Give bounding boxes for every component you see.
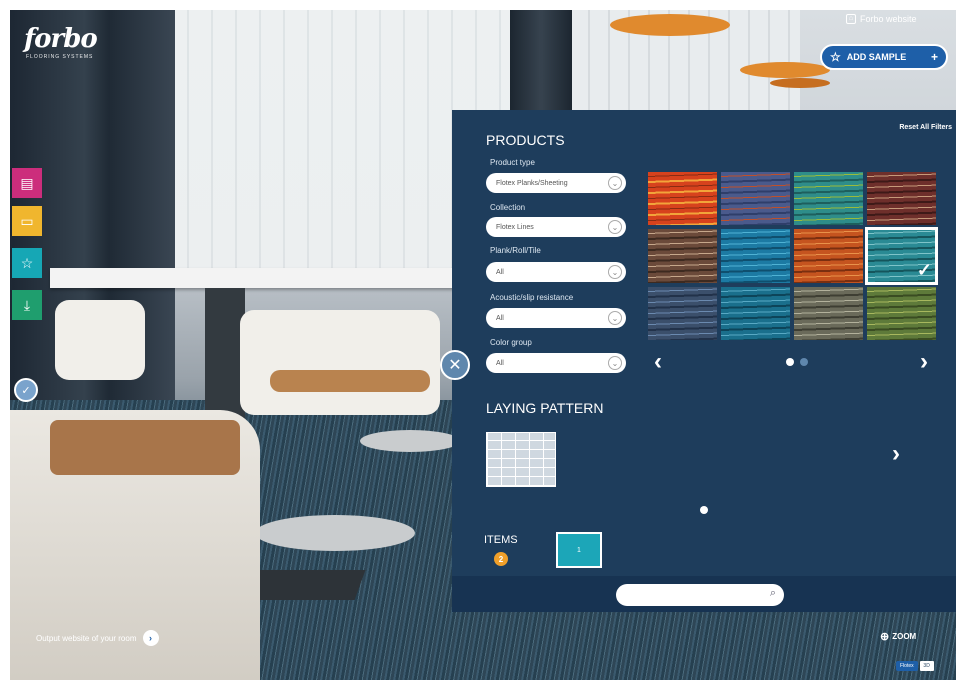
info-icon: ✓ xyxy=(21,384,31,397)
chevron-left-icon: ‹ xyxy=(654,348,662,375)
page-dot-active[interactable] xyxy=(786,358,794,366)
chevron-down-icon: ⌄ xyxy=(608,265,622,279)
product-swatch[interactable] xyxy=(648,172,717,226)
logo-wordmark: forbo xyxy=(24,24,98,54)
chevron-down-icon: ⌄ xyxy=(608,356,622,370)
zoom-icon: ⊕ xyxy=(880,631,890,643)
color-group-value: All xyxy=(496,359,504,367)
product-type-value: Flotex Planks/Sheeting xyxy=(496,179,568,187)
home-icon: ⌂ xyxy=(846,14,856,24)
chevron-right-icon: › xyxy=(892,440,900,467)
add-sample-button[interactable]: ☆ ADD SAMPLE + xyxy=(820,44,948,70)
close-icon: ✕ xyxy=(448,357,462,374)
zoom-label: ZOOM xyxy=(892,632,917,641)
scene-curtain xyxy=(510,10,572,120)
laying-pattern-title: LAYING PATTERN xyxy=(486,400,604,416)
product-swatch[interactable]: ✓ xyxy=(865,227,938,285)
add-sample-label: ADD SAMPLE xyxy=(846,52,907,62)
download-icon: ⤓ xyxy=(23,296,31,313)
product-type-select[interactable]: Flotex Planks/Sheeting ⌄ xyxy=(486,173,626,193)
filter-label-acoustic: Acoustic/slip resistance xyxy=(490,293,574,302)
acoustic-value: All xyxy=(496,314,504,322)
output-text: Output website of your room xyxy=(36,633,137,643)
item-thumbnail[interactable]: 1 xyxy=(556,532,602,568)
scene-chair xyxy=(240,310,440,415)
plank-roll-tile-value: All xyxy=(496,268,504,276)
favourites-button[interactable]: ☆ xyxy=(12,248,42,278)
logo-tagline: FLOORING SYSTEMS xyxy=(26,54,94,60)
search-input[interactable]: ⌕ xyxy=(616,584,784,606)
filter-label-plank-roll-tile: Plank/Roll/Tile xyxy=(490,246,541,255)
filter-label-collection: Collection xyxy=(490,203,526,212)
projects-button[interactable]: ▭ xyxy=(12,206,42,236)
filter-label-color-group: Color group xyxy=(490,338,532,347)
room-viewer[interactable]: forbo FLOORING SYSTEMS ⌂ Forbo website ☆… xyxy=(10,10,956,680)
page-dot[interactable] xyxy=(800,358,808,366)
collection-select[interactable]: Flotex Lines ⌄ xyxy=(486,217,626,237)
scene-lamp xyxy=(610,14,730,36)
product-swatch[interactable] xyxy=(721,286,790,340)
chevron-down-icon: ⌄ xyxy=(608,220,622,234)
star-icon: ☆ xyxy=(20,254,34,271)
scene-lamp xyxy=(770,78,830,88)
prev-page-button[interactable]: ‹ xyxy=(654,348,662,376)
search-icon: ⌕ xyxy=(769,587,776,599)
rooms-icon: ▤ xyxy=(20,174,34,191)
plank-roll-tile-select[interactable]: All ⌄ xyxy=(486,262,626,282)
acoustic-select[interactable]: All ⌄ xyxy=(486,308,626,328)
product-panel: ✕ PRODUCTS Reset All Filters Product typ… xyxy=(440,110,956,612)
rooms-button[interactable]: ▤ xyxy=(12,168,42,198)
color-group-select[interactable]: All ⌄ xyxy=(486,353,626,373)
panel-footer: ⌕ xyxy=(452,576,956,612)
product-swatch[interactable] xyxy=(867,286,936,340)
product-swatch[interactable] xyxy=(648,229,717,283)
chevron-down-icon: ⌄ xyxy=(608,176,622,190)
scene-lamp xyxy=(740,62,830,78)
scene-sofa xyxy=(50,420,240,475)
website-link-label: Forbo website xyxy=(860,14,917,24)
product-swatch-grid: ✓ xyxy=(648,172,938,340)
product-swatch[interactable] xyxy=(794,229,863,283)
scene-chair-base xyxy=(360,430,460,452)
chevron-down-icon: ⌄ xyxy=(608,311,622,325)
product-swatch[interactable] xyxy=(867,172,936,226)
item-thumbnail-label: 1 xyxy=(577,546,581,554)
plus-icon: + xyxy=(930,50,938,64)
next-page-button[interactable]: › xyxy=(920,348,928,376)
scene-chair xyxy=(55,300,145,380)
items-label: ITEMS xyxy=(484,534,518,546)
product-swatch[interactable] xyxy=(794,172,863,226)
laying-pattern-thumbnail[interactable] xyxy=(486,432,556,487)
product-swatch[interactable] xyxy=(721,172,790,226)
product-swatch[interactable] xyxy=(648,286,717,340)
forbo-website-link[interactable]: ⌂ Forbo website xyxy=(846,14,917,24)
corner-square: 3D xyxy=(919,661,934,671)
download-button[interactable]: ⤓ xyxy=(12,290,42,320)
pattern-page-dot[interactable] xyxy=(700,506,708,514)
items-count-badge: 2 xyxy=(494,552,508,566)
zoom-button[interactable]: ⊕ ZOOM xyxy=(880,630,916,643)
forbo-logo[interactable]: forbo FLOORING SYSTEMS xyxy=(24,24,98,60)
chevron-right-icon: › xyxy=(920,348,928,375)
info-button[interactable]: ✓ xyxy=(14,378,38,402)
folder-icon: ▭ xyxy=(20,212,34,229)
output-website-link[interactable]: Output website of your room › xyxy=(36,630,159,646)
filter-label-product-type: Product type xyxy=(490,158,535,167)
star-icon: ☆ xyxy=(830,50,841,64)
close-panel-button[interactable]: ✕ xyxy=(440,350,470,380)
product-swatch[interactable] xyxy=(794,286,863,340)
reset-filters-link[interactable]: Reset All Filters xyxy=(899,124,952,131)
scene-table xyxy=(50,268,470,288)
pattern-next-button[interactable]: › xyxy=(892,440,900,468)
collection-value: Flotex Lines xyxy=(496,223,534,231)
check-icon: ✓ xyxy=(916,259,932,280)
corner-badge[interactable]: Flotex 3D xyxy=(896,661,934,671)
product-swatch[interactable] xyxy=(721,229,790,283)
corner-pill: Flotex xyxy=(896,661,918,671)
arrow-right-icon: › xyxy=(142,630,159,646)
scene-chair xyxy=(270,370,430,392)
products-title: PRODUCTS xyxy=(486,132,565,148)
scene-chair-base xyxy=(255,515,415,551)
